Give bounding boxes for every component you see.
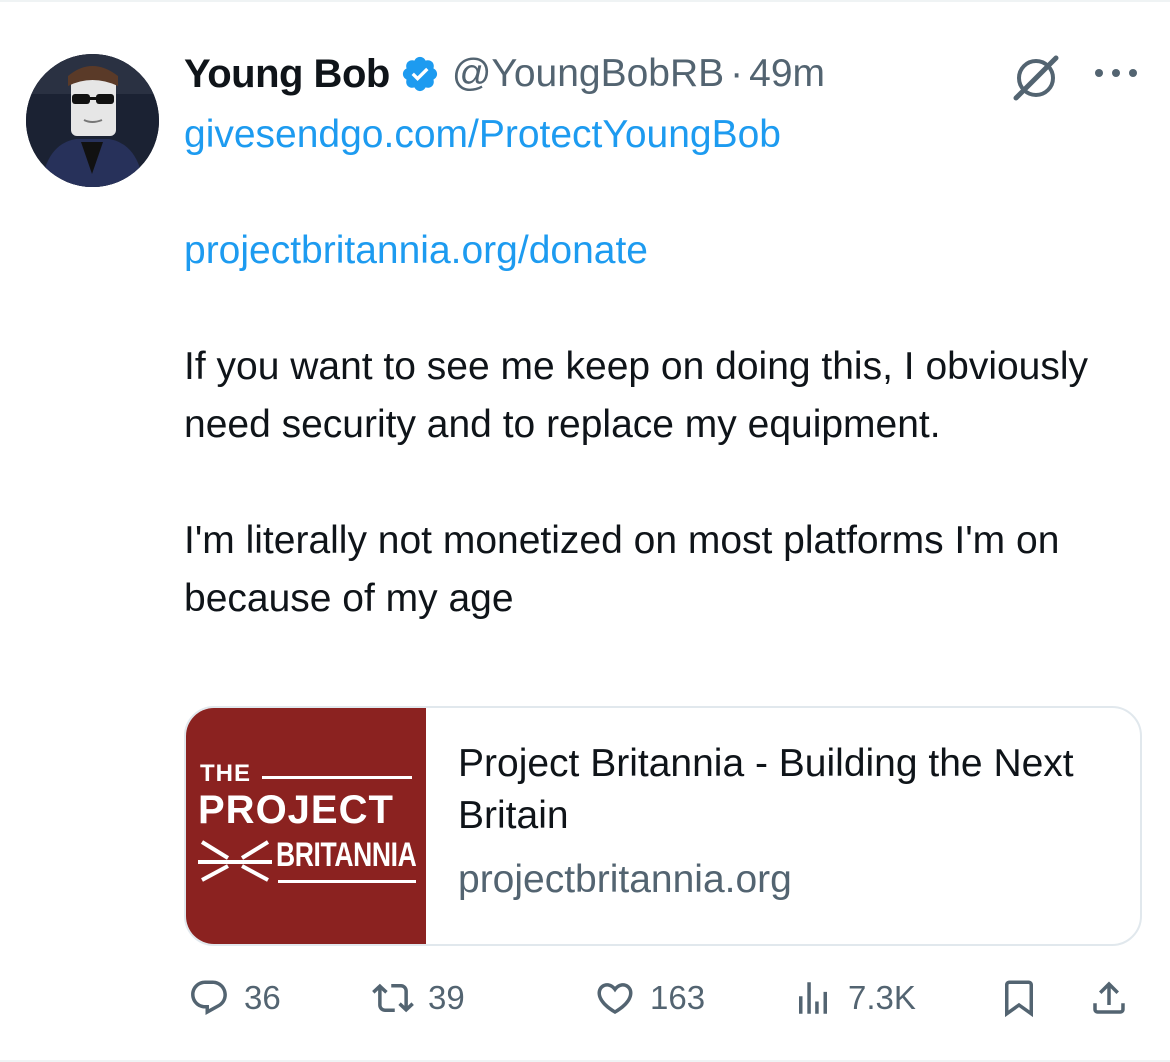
avatar-image (26, 54, 159, 187)
views-chart-icon (799, 982, 827, 1014)
view-count: 7.3K (848, 979, 916, 1016)
more-options-icon[interactable] (1092, 66, 1140, 80)
givesendgo-link[interactable]: givesendgo.com/ProtectYoungBob (184, 106, 1134, 164)
card-thumbnail: THE PROJECT BRITANNIA (186, 708, 426, 944)
views-button[interactable]: 7.3K (792, 970, 916, 1026)
link-preview-card[interactable]: THE PROJECT BRITANNIA Project Britannia … (184, 706, 1142, 946)
author-name[interactable]: Young Bob (184, 52, 390, 97)
reply-count: 36 (244, 979, 281, 1016)
reply-button[interactable]: 36 (188, 970, 281, 1026)
logo-rule-top (262, 776, 412, 779)
repost-button[interactable]: 39 (372, 970, 465, 1026)
logo-the: THE (200, 760, 251, 787)
logo-britannia: BRITANNIA (276, 836, 417, 874)
tweet-actions: 36 39 163 7.3K (184, 970, 1144, 1026)
tweet-paragraph-1: If you want to see me keep on doing this… (184, 345, 1089, 446)
bookmark-icon (1005, 980, 1033, 1018)
logo-rule-bottom (278, 880, 416, 883)
avatar[interactable] (26, 54, 159, 187)
tweet-paragraph-2: I'm literally not monetized on most plat… (184, 519, 1060, 620)
verified-badge-icon (400, 54, 440, 94)
tweet-header: Young Bob @YoungBobRB · 49m (184, 48, 825, 100)
grok-icon[interactable] (1010, 52, 1062, 104)
separator-dot: · (730, 52, 744, 95)
heart-icon (597, 983, 633, 1015)
tweet-text: givesendgo.com/ProtectYoungBob projectbr… (184, 106, 1134, 628)
share-icon (1093, 981, 1125, 1014)
reply-icon (191, 980, 227, 1015)
card-text: Project Britannia - Building the Next Br… (426, 708, 1098, 944)
card-title[interactable]: Project Britannia - Building the Next Br… (458, 738, 1098, 842)
repost-icon (372, 983, 414, 1013)
tweet[interactable]: Young Bob @YoungBobRB · 49m givesendgo.c… (0, 0, 1170, 1062)
card-domain: projectbritannia.org (458, 858, 792, 901)
bookmark-button[interactable] (998, 970, 1054, 1026)
repost-count: 39 (428, 979, 465, 1016)
union-flag-icon (198, 840, 272, 882)
share-button[interactable] (1088, 970, 1144, 1026)
logo-project: PROJECT (198, 788, 394, 832)
like-count: 163 (650, 979, 706, 1016)
author-handle[interactable]: @YoungBobRB (452, 52, 724, 96)
timestamp[interactable]: 49m (749, 52, 825, 96)
like-button[interactable]: 163 (594, 970, 705, 1026)
donate-link[interactable]: projectbritannia.org/donate (184, 222, 1134, 280)
